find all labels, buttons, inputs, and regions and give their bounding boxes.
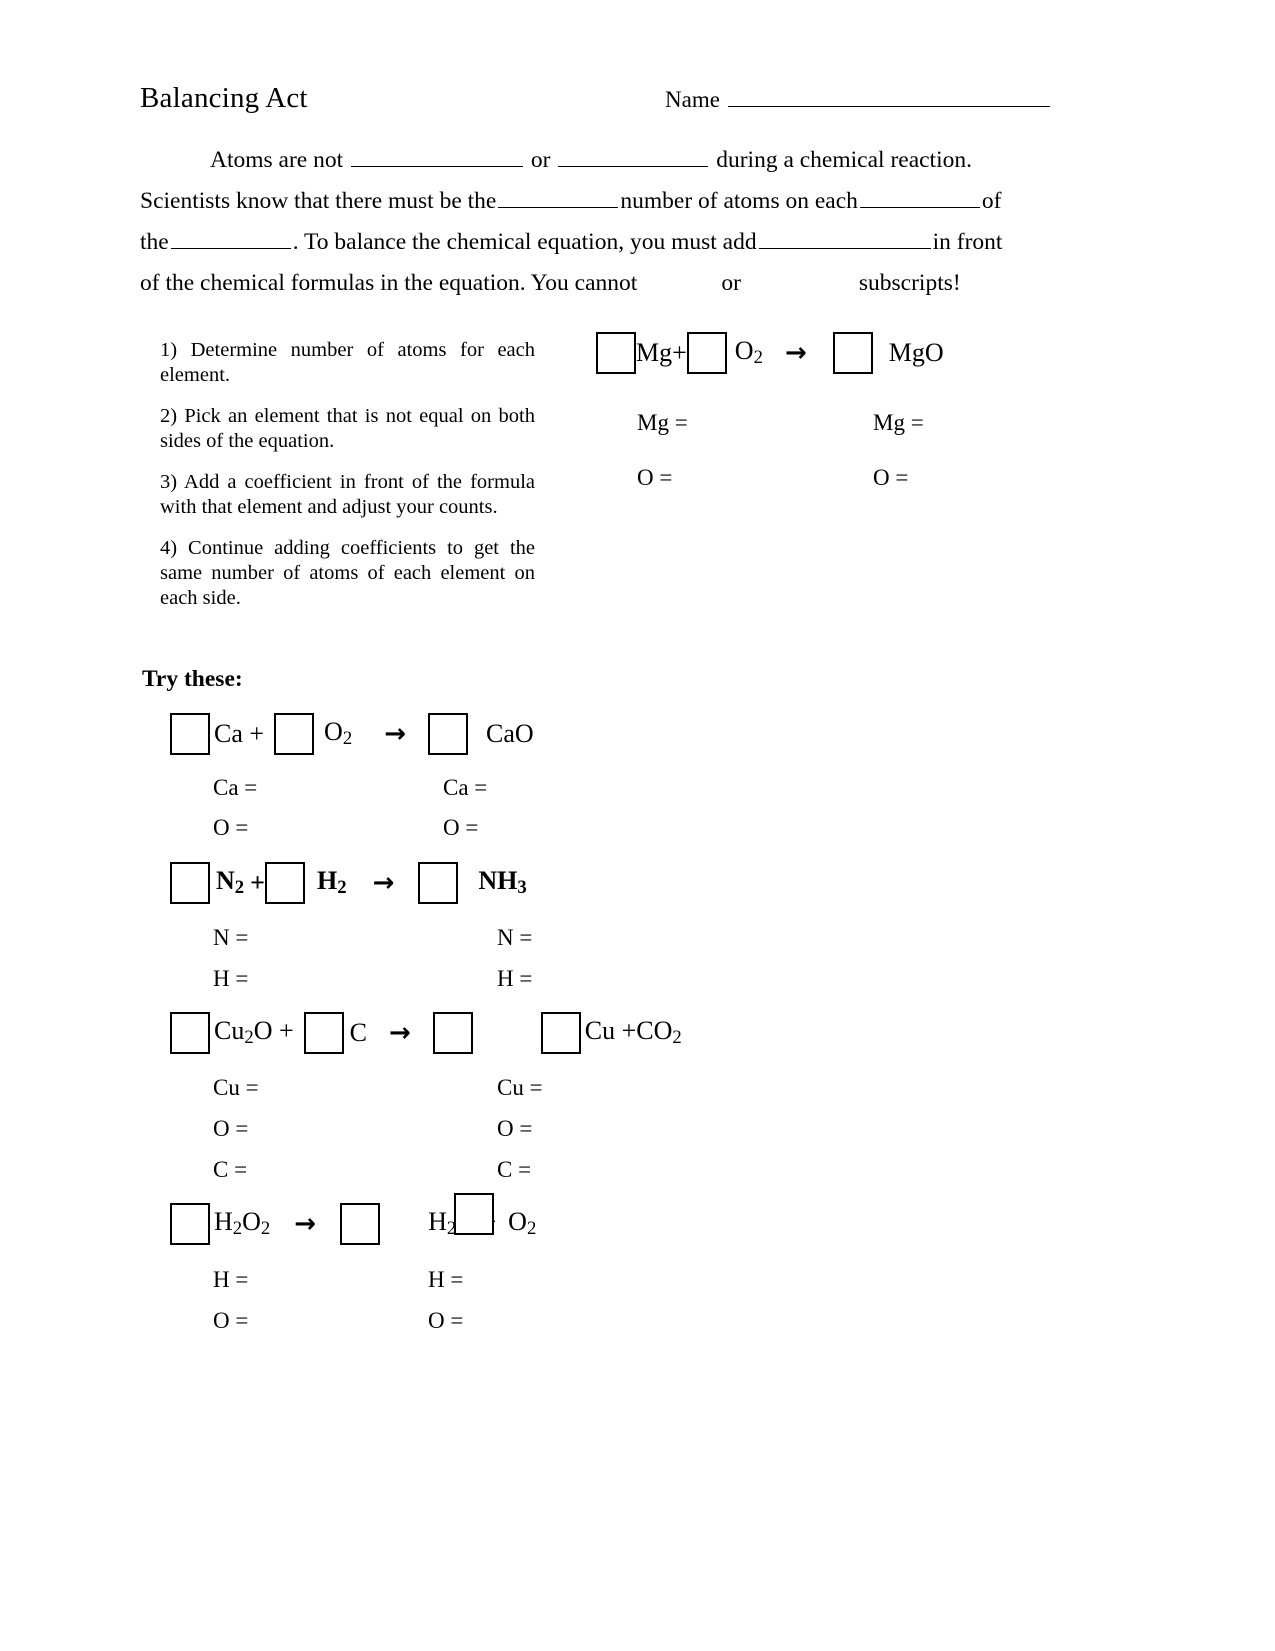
- coefficient-box-cu-2[interactable]: [303, 1012, 344, 1054]
- coefficient-box-n2-1[interactable]: [170, 862, 210, 904]
- reaction-arrow-icon-ca: →: [384, 719, 406, 749]
- count-right-h2o2-o: O =: [428, 1308, 464, 1333]
- count-right-n2-h: H =: [497, 966, 533, 991]
- formula-h2o-plus: H2O +: [428, 1193, 496, 1240]
- intro-text-2c: of: [981, 188, 1002, 214]
- coefficient-box-cu-4[interactable]: [540, 1012, 581, 1054]
- step-item-1: 1) Determine number of atoms for each el…: [160, 339, 535, 386]
- coefficient-box-ca-2[interactable]: [274, 713, 315, 755]
- formula-nh3: NH3: [478, 866, 527, 899]
- reaction-arrow-icon-h2o2: →: [294, 1209, 317, 1239]
- coefficient-box-h2o2-1[interactable]: [170, 1203, 210, 1245]
- count-left-cu: Cu =: [213, 1075, 259, 1100]
- intro-text-3a: the: [140, 229, 169, 255]
- count-left-n2-h: H =: [213, 966, 249, 991]
- equation-n2: N2 + H2 → NH3: [170, 862, 527, 904]
- example-count-right-o: O =: [873, 465, 909, 490]
- count-right-cu-o: O =: [497, 1116, 533, 1141]
- example-count-left-mg: Mg =: [637, 410, 688, 435]
- intro-line-4: of the chemical formulas in the equation…: [140, 263, 961, 304]
- formula-o2-h2o2: O2: [508, 1207, 537, 1240]
- plus-sign: +: [672, 338, 687, 367]
- count-right-ca-o: O =: [443, 815, 479, 840]
- coefficient-box-ca-3[interactable]: [427, 713, 468, 755]
- plus-sign-n2: +: [250, 868, 265, 897]
- coefficient-box-n2-2[interactable]: [264, 862, 305, 904]
- intro-text-4c: subscripts!: [858, 270, 961, 296]
- coefficient-box-cu-3[interactable]: [432, 1012, 473, 1054]
- formula-mg: Mg: [636, 338, 673, 367]
- coefficient-box-mg-2[interactable]: [686, 332, 727, 374]
- example-equation-mg: Mg + O2 → MgO: [596, 332, 944, 374]
- reaction-arrow-icon-n2: →: [372, 868, 395, 898]
- formula-o2-ca: O2: [324, 717, 353, 750]
- intro-blank-2[interactable]: [558, 148, 709, 167]
- formula-h2o2: H2O2: [214, 1207, 271, 1240]
- formula-cu2o: Cu2O +: [214, 1016, 294, 1049]
- formula-c: C: [349, 1018, 367, 1047]
- count-right-n2-n: N =: [497, 925, 533, 950]
- page-header: Balancing Act Name: [140, 80, 1070, 126]
- count-left-cu-o: O =: [213, 1116, 249, 1141]
- count-right-cu: Cu =: [497, 1075, 543, 1100]
- count-right-h2o2-h: H =: [428, 1267, 464, 1292]
- intro-blank-4[interactable]: [859, 189, 980, 208]
- formula-mgo: MgO: [888, 338, 944, 367]
- name-input-blank[interactable]: [727, 86, 1050, 107]
- coefficient-box-mg-3[interactable]: [832, 332, 873, 374]
- intro-text-4a: of the chemical formulas in the equation…: [140, 270, 638, 296]
- coefficient-box-cu-1[interactable]: [170, 1012, 210, 1054]
- equation-h2o2: H2O2 → H2O + O2: [170, 1193, 537, 1245]
- count-left-ca-ca: Ca =: [213, 775, 258, 800]
- name-label: Name: [665, 87, 720, 112]
- formula-ca: Ca +: [214, 719, 265, 748]
- example-count-left-o: O =: [637, 465, 673, 490]
- formula-o2: O2: [734, 336, 763, 369]
- intro-line-3: the . To balance the chemical equation, y…: [140, 222, 1002, 263]
- count-left-h2o2-h: H =: [213, 1267, 249, 1292]
- formula-cao: CaO: [485, 719, 534, 748]
- intro-blank-3[interactable]: [498, 189, 619, 208]
- intro-text-2b: number of atoms on each: [620, 188, 858, 214]
- step-item-3: 3) Add a coefficient in front of the for…: [160, 471, 535, 518]
- intro-text-or-1: or: [530, 147, 551, 173]
- intro-blank-1[interactable]: [351, 148, 524, 167]
- step-item-2: 2) Pick an element that is not equal on …: [160, 405, 535, 452]
- equation-cu2o: Cu2O + C → Cu +CO2: [170, 1012, 682, 1054]
- try-these-heading: Try these:: [142, 666, 243, 692]
- example-count-right-mg: Mg =: [873, 410, 924, 435]
- formula-cu-co2: Cu +CO2: [584, 1016, 682, 1049]
- coefficient-box-ca-1[interactable]: [170, 713, 210, 755]
- reaction-arrow-icon: →: [784, 338, 807, 368]
- equation-ca: Ca + O2 → CaO: [170, 713, 534, 755]
- step-item-4: 4) Continue adding coefficients to get t…: [160, 537, 535, 609]
- count-right-ca-ca: Ca =: [443, 775, 488, 800]
- count-left-n2-n: N =: [213, 925, 249, 950]
- count-left-ca-o: O =: [213, 815, 249, 840]
- intro-line-2: Scientists know that there must be the nu…: [140, 181, 1001, 222]
- steps-list: 1) Determine number of atoms for each el…: [160, 338, 535, 611]
- intro-text-3b: . To balance the chemical equation, you …: [292, 229, 757, 255]
- count-left-h2o2-o: O =: [213, 1308, 249, 1333]
- intro-text-2a: Scientists know that there must be the: [140, 188, 497, 214]
- coefficient-box-n2-3[interactable]: [418, 862, 459, 904]
- intro-blank-5[interactable]: [170, 230, 291, 249]
- count-left-cu-c: C =: [213, 1157, 248, 1182]
- formula-h2: H2: [316, 866, 347, 899]
- count-right-cu-c: C =: [497, 1157, 532, 1182]
- reaction-arrow-icon-cu: →: [389, 1018, 411, 1048]
- worksheet-page: Balancing Act Name Atoms are not or duri…: [0, 0, 1275, 1651]
- intro-text-1a: Atoms are not: [210, 147, 344, 173]
- page-title: Balancing Act: [140, 82, 308, 114]
- formula-n2: N2: [216, 866, 245, 899]
- intro-text-or-2: or: [721, 270, 741, 296]
- coefficient-box-mg-1[interactable]: [596, 332, 636, 374]
- intro-line-1: Atoms are not or during a chemical react…: [210, 140, 972, 181]
- coefficient-box-h2o2-3[interactable]: [454, 1193, 495, 1236]
- intro-text-1b: during a chemical reaction.: [716, 147, 972, 173]
- name-field-group: Name: [665, 86, 1050, 114]
- coefficient-box-h2o2-2[interactable]: [340, 1203, 381, 1245]
- intro-text-3c: in front: [932, 229, 1003, 255]
- intro-blank-6[interactable]: [758, 230, 931, 249]
